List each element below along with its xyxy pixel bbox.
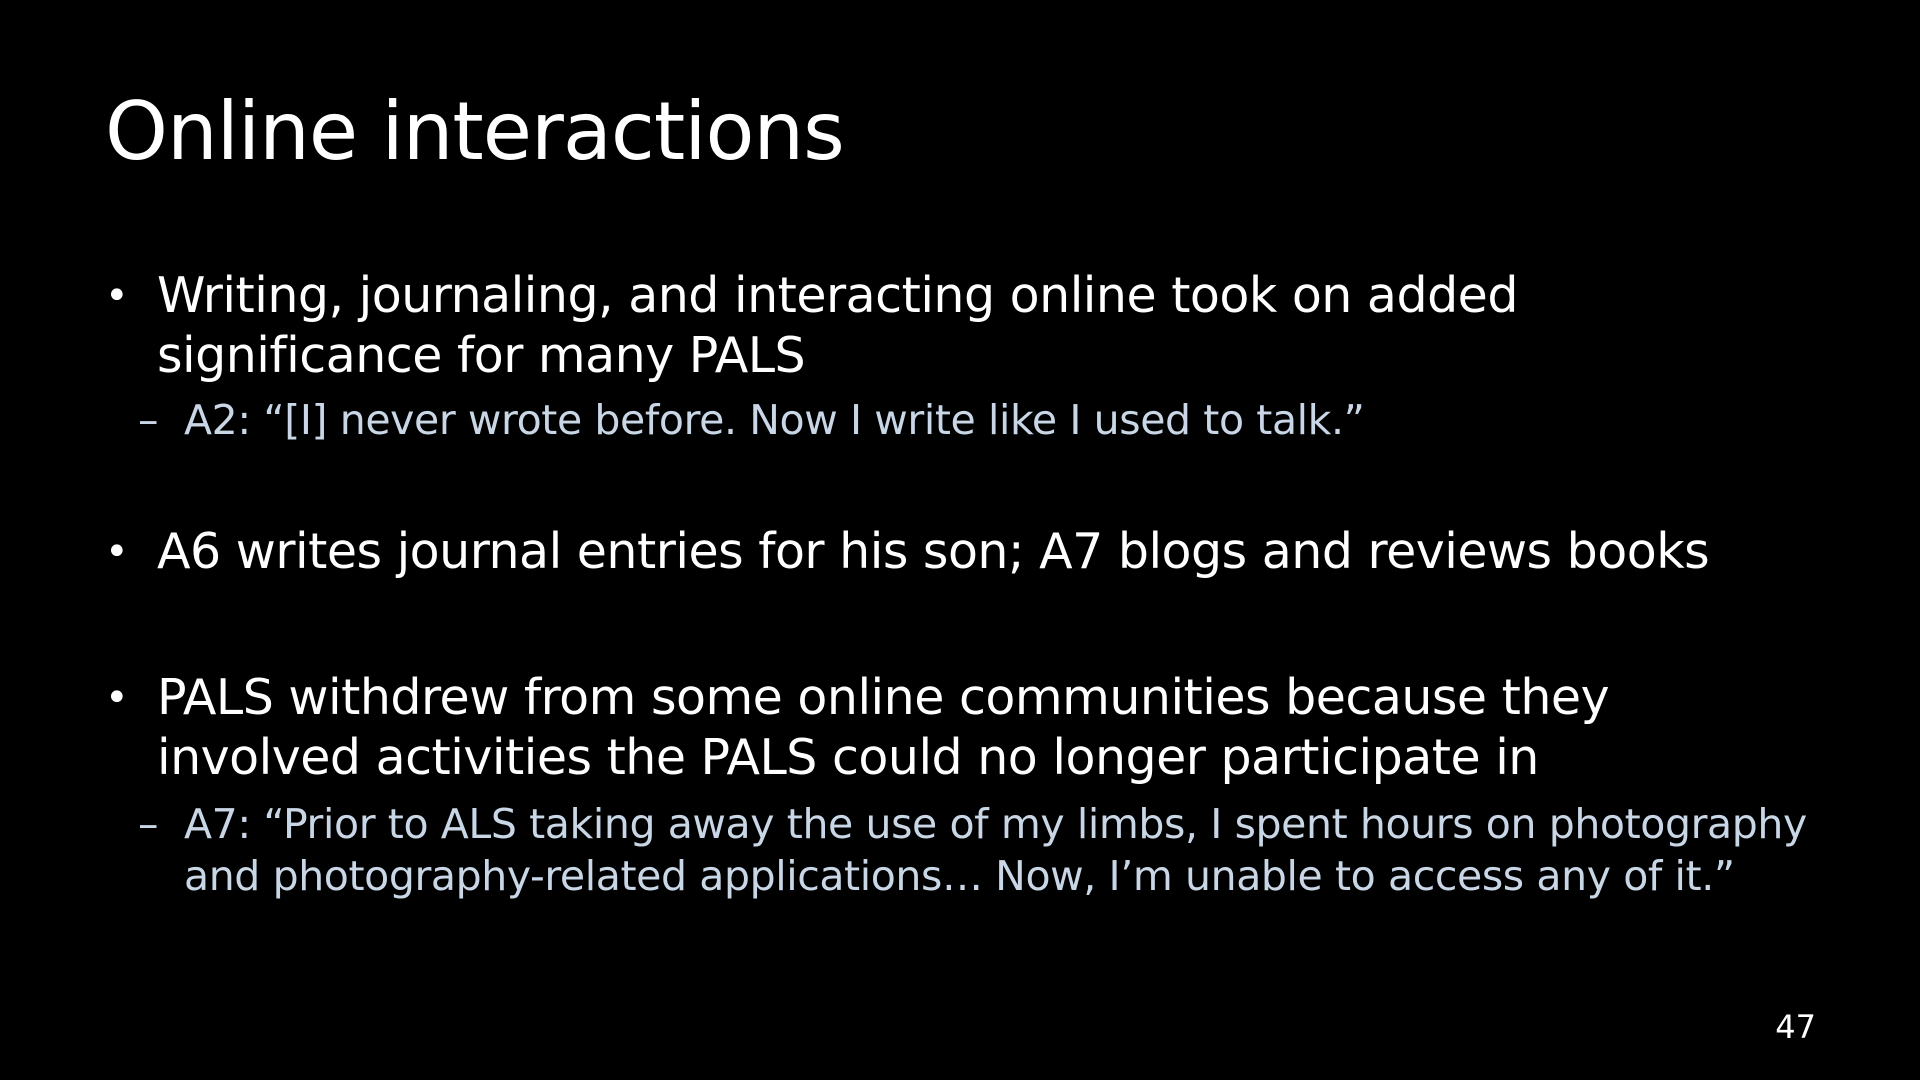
bullet-text: A6 writes journal entries for his son; A… bbox=[157, 523, 1710, 580]
slide: Online interactions • Writing, journalin… bbox=[0, 0, 1920, 1080]
bullet-marker: • bbox=[105, 273, 129, 319]
bullet-item: • PALS withdrew from some online communi… bbox=[105, 668, 1805, 788]
page-number: 47 bbox=[1775, 1008, 1816, 1046]
bullet-item: • A6 writes journal entries for his son;… bbox=[105, 522, 1805, 582]
sub-bullet-marker: – bbox=[138, 396, 159, 444]
sub-bullet-item: – A7: “Prior to ALS taking away the use … bbox=[138, 798, 1818, 902]
bullet-text: PALS withdrew from some online communiti… bbox=[157, 669, 1610, 786]
bullet-text: Writing, journaling, and interacting onl… bbox=[157, 267, 1518, 384]
bullet-item: • Writing, journaling, and interacting o… bbox=[105, 266, 1805, 386]
quote-text: A2: “[I] never wrote before. Now I write… bbox=[184, 396, 1365, 444]
sub-bullet-item: – A2: “[I] never wrote before. Now I wri… bbox=[138, 394, 1818, 446]
slide-title: Online interactions bbox=[105, 85, 845, 178]
bullet-marker: • bbox=[105, 529, 129, 575]
sub-bullet-marker: – bbox=[138, 800, 159, 848]
bullet-marker: • bbox=[105, 675, 129, 721]
quote-text: A7: “Prior to ALS taking away the use of… bbox=[184, 800, 1807, 900]
